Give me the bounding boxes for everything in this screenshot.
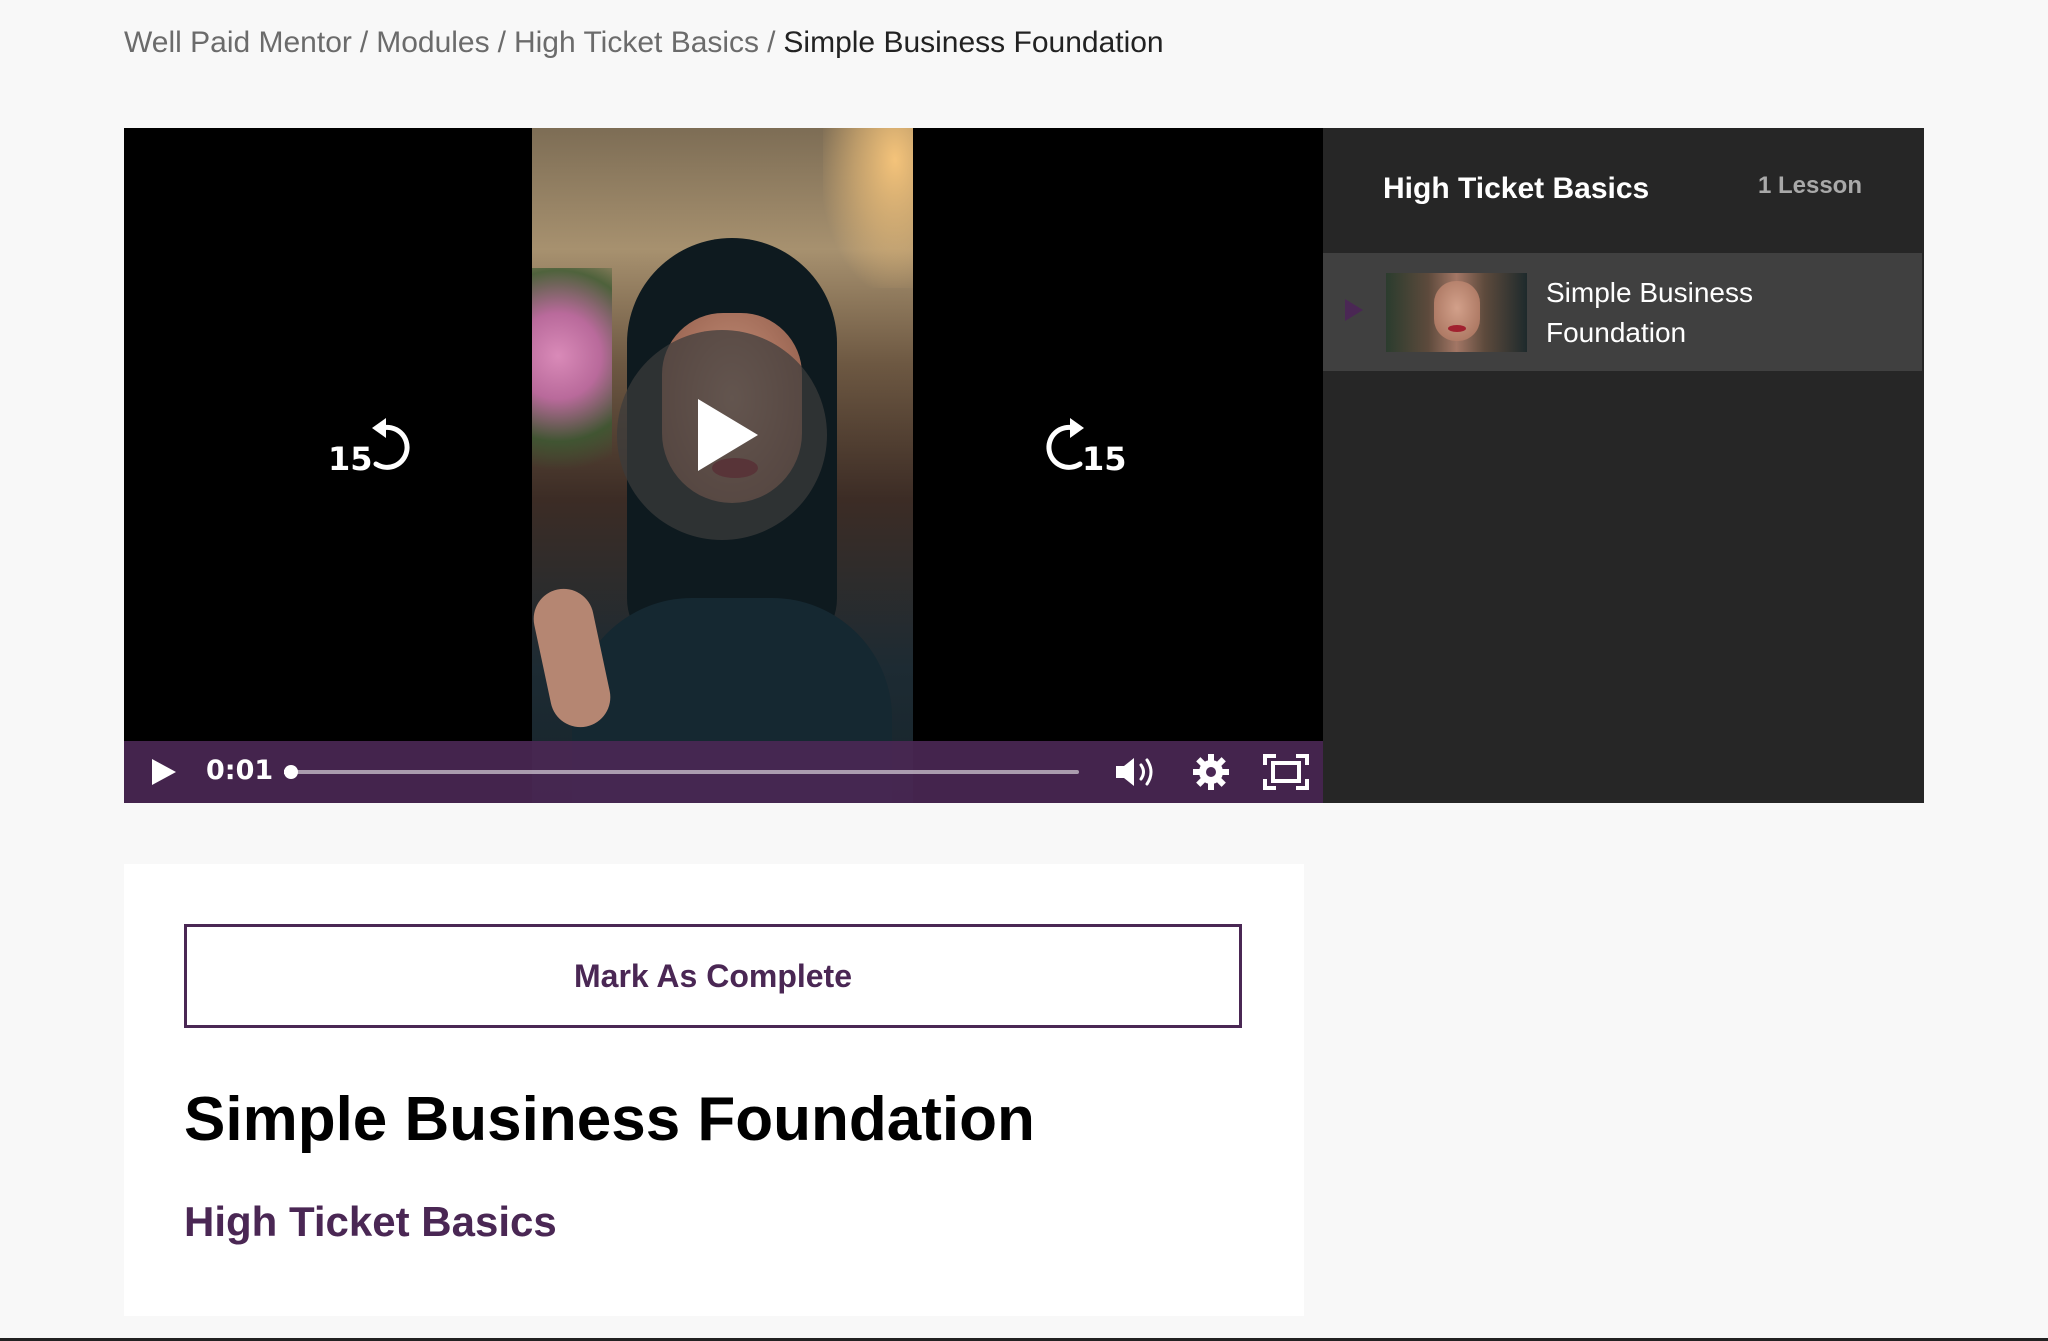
lesson-content-card: Mark As Complete Simple Business Foundat… — [124, 864, 1304, 1316]
thumbnail-face — [1434, 281, 1480, 341]
skip-back-button[interactable]: 15 — [324, 398, 414, 478]
lesson-thumbnail — [1386, 273, 1527, 352]
skip-forward-button[interactable]: 15 — [1042, 398, 1132, 478]
gear-icon[interactable] — [1192, 753, 1230, 791]
breadcrumb-separator: / — [767, 26, 776, 59]
skip-forward-label: 15 — [1082, 440, 1127, 478]
breadcrumb-current: Simple Business Foundation — [783, 26, 1164, 59]
video-frame-flowers — [532, 268, 612, 488]
volume-icon[interactable] — [1114, 755, 1158, 789]
video-player[interactable]: 15 15 0:01 — [124, 128, 1323, 803]
module-subtitle: High Ticket Basics — [184, 1198, 557, 1245]
breadcrumb-separator: / — [359, 26, 369, 59]
player-controls-bar: 0:01 — [124, 741, 1323, 803]
now-playing-icon — [1345, 299, 1363, 321]
breadcrumb-link-home[interactable]: Well Paid Mentor — [124, 26, 352, 59]
playlist-title: High Ticket Basics — [1383, 172, 1650, 205]
video-frame-lamp — [823, 128, 913, 288]
playlist-item-label: Simple Business Foundation — [1546, 277, 1753, 348]
breadcrumb-separator: / — [497, 26, 506, 59]
fullscreen-icon[interactable] — [1262, 753, 1310, 791]
breadcrumb-link-module[interactable]: High Ticket Basics — [514, 26, 759, 59]
center-play-button[interactable] — [617, 330, 827, 540]
play-icon[interactable] — [148, 757, 178, 787]
play-icon — [698, 399, 758, 471]
mark-complete-button[interactable]: Mark As Complete — [184, 924, 1242, 1028]
progress-handle[interactable] — [283, 765, 298, 779]
breadcrumb-link-modules[interactable]: Modules — [376, 26, 489, 59]
playlist-item[interactable]: Simple Business Foundation — [1323, 253, 1922, 371]
thumbnail-lips — [1448, 325, 1466, 332]
skip-back-label: 15 — [328, 440, 373, 478]
breadcrumb: Well Paid Mentor / Modules / High Ticket Bas… — [124, 26, 1164, 60]
current-time: 0:01 — [206, 755, 274, 786]
progress-bar[interactable] — [283, 765, 1079, 779]
page-title: Simple Business Foundation — [184, 1085, 1035, 1154]
lesson-count: 1 Lesson — [1757, 172, 1862, 199]
lesson-playlist: High Ticket Basics 1 Lesson Simple Busin… — [1323, 128, 1924, 803]
